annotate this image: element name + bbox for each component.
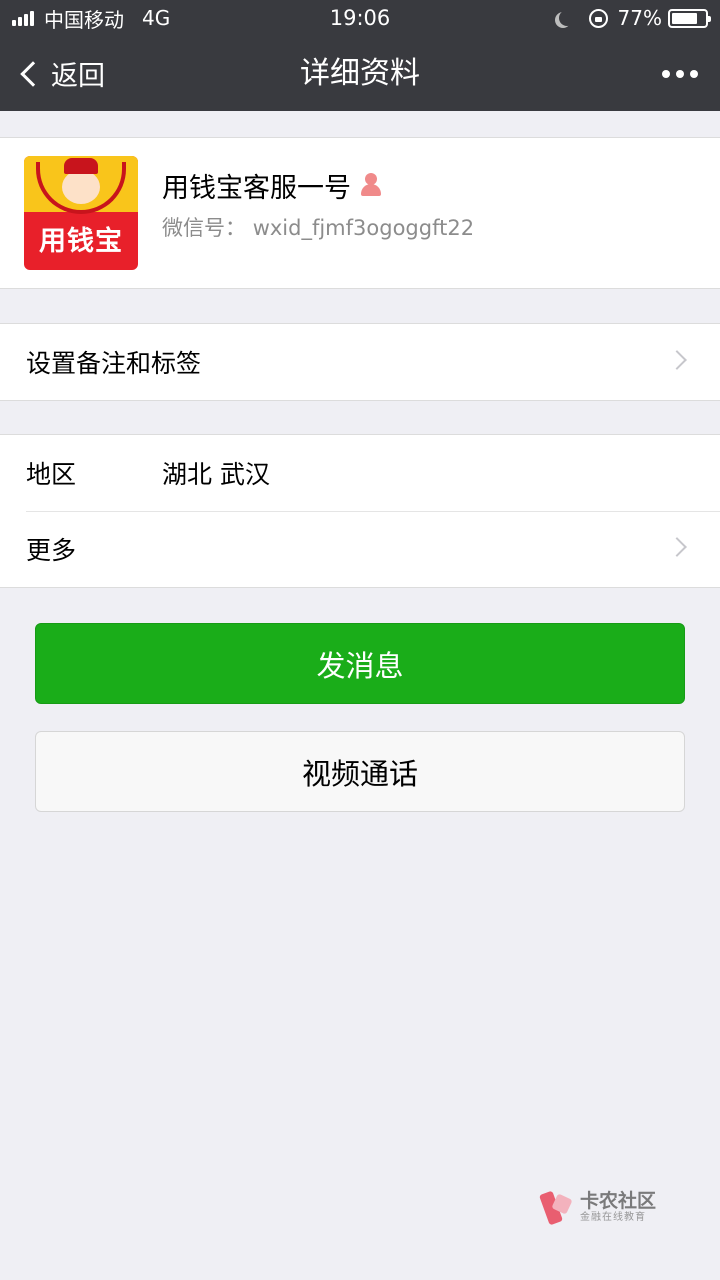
battery-icon bbox=[668, 8, 711, 28]
status-right: 77% bbox=[555, 6, 711, 30]
avatar-logo-text: 用钱宝 bbox=[39, 226, 123, 257]
chevron-right-icon bbox=[667, 350, 687, 370]
watermark-name: 卡农社区 bbox=[580, 1190, 657, 1212]
more-label: 更多 bbox=[26, 536, 77, 565]
carrier-label: 中国移动 bbox=[44, 7, 124, 32]
back-label: 返回 bbox=[51, 61, 105, 92]
set-remark-and-tags[interactable]: 设置备注和标签 bbox=[0, 324, 720, 400]
network-type: 4G bbox=[142, 6, 171, 30]
signal-icon bbox=[12, 10, 36, 26]
watermark-logo-icon bbox=[538, 1190, 574, 1226]
navigation-bar: 返回 详细资料 bbox=[0, 36, 720, 111]
battery-percent: 77% bbox=[617, 6, 662, 30]
more-dots-icon[interactable] bbox=[656, 36, 698, 111]
status-bar: 中国移动 4G 19:06 77% bbox=[0, 0, 720, 36]
watermark-tagline: 金融在线教育 bbox=[580, 1212, 646, 1223]
moon-icon bbox=[559, 10, 575, 26]
page-title: 详细资料 bbox=[300, 56, 420, 91]
back-button[interactable]: 返回 bbox=[16, 36, 105, 111]
female-icon bbox=[359, 172, 383, 199]
region-label: 地区 bbox=[26, 460, 77, 489]
chevron-right-icon bbox=[667, 537, 687, 557]
profile-card: 用钱宝 用钱宝客服一号 微信号： wxid_fjmf3ogoggft22 bbox=[0, 137, 720, 289]
wechat-id: 微信号： wxid_fjmf3ogoggft22 bbox=[162, 212, 474, 242]
remark-label: 设置备注和标签 bbox=[26, 349, 202, 378]
wechat-id-value: wxid_fjmf3ogoggft22 bbox=[252, 216, 475, 240]
status-left: 中国移动 4G bbox=[12, 6, 171, 32]
send-message-button[interactable]: 发消息 bbox=[35, 623, 685, 704]
wechat-id-label: 微信号： bbox=[162, 216, 246, 240]
chevron-left-icon bbox=[20, 60, 46, 87]
name-row: 用钱宝客服一号 bbox=[162, 166, 383, 205]
region-value: 湖北 武汉 bbox=[162, 460, 270, 489]
video-call-button[interactable]: 视频通话 bbox=[35, 731, 685, 812]
info-section: 地区 湖北 武汉 更多 bbox=[0, 434, 720, 588]
more-row[interactable]: 更多 bbox=[0, 511, 720, 587]
profile-name: 用钱宝客服一号 bbox=[162, 173, 351, 204]
battery-level bbox=[672, 12, 697, 24]
region-row: 地区 湖北 武汉 bbox=[0, 435, 720, 511]
remark-section: 设置备注和标签 bbox=[0, 323, 720, 401]
watermark: 卡农社区 金融在线教育 bbox=[538, 1190, 657, 1226]
rotation-lock-icon bbox=[588, 8, 608, 28]
avatar[interactable]: 用钱宝 bbox=[24, 156, 138, 270]
